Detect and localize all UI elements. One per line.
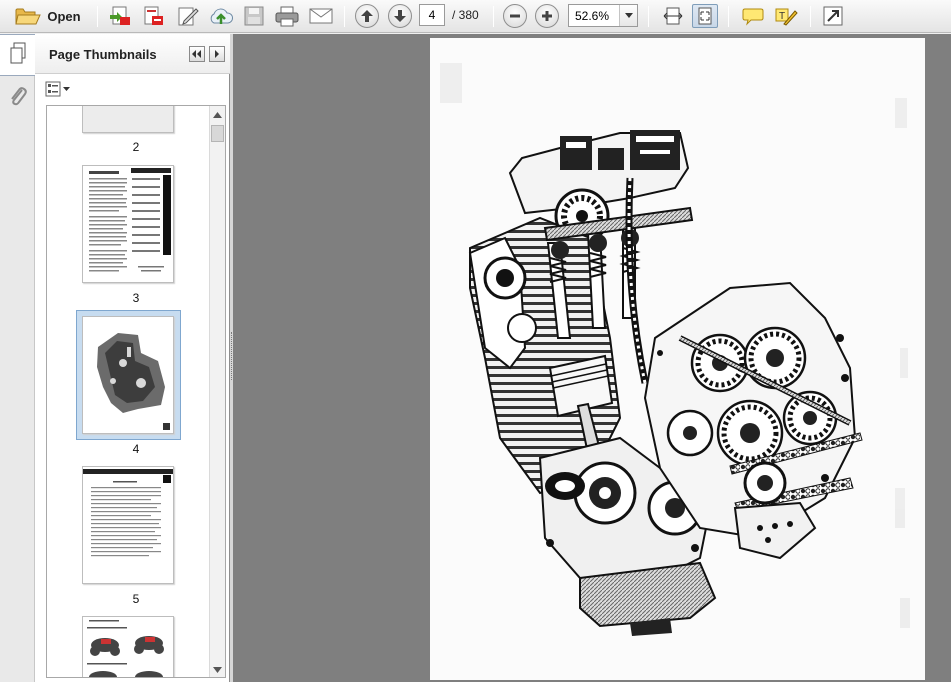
zoom-value: 52.6% [575, 9, 610, 23]
thumbnail-panel: Page Thumbnails 2 3 4 5 [35, 34, 230, 682]
thumbnail-label: 2 [132, 140, 140, 154]
fit-width-icon [663, 6, 683, 26]
fit-page-icon [695, 6, 715, 26]
scroll-up-button[interactable] [210, 106, 225, 122]
zoom-select[interactable]: 52.6% [568, 4, 638, 27]
zoom-in-icon [540, 9, 554, 23]
thumbnail-page-2[interactable] [82, 106, 174, 133]
edit-icon [176, 5, 200, 27]
upload-button[interactable] [207, 4, 235, 28]
open-label: Open [47, 8, 81, 24]
export-pdf-button[interactable] [139, 4, 167, 28]
highlight-button[interactable]: T [772, 4, 800, 28]
splitter-grip[interactable] [231, 332, 232, 380]
zoom-in-button[interactable] [535, 4, 559, 28]
toolbar-separator [648, 6, 649, 27]
page-5-preview [83, 469, 173, 557]
print-button[interactable] [272, 4, 302, 28]
panel-header: Page Thumbnails [35, 34, 230, 74]
page-total: / 380 [452, 8, 479, 22]
thumbnail-label: 4 [132, 442, 140, 456]
zoom-out-icon [508, 9, 522, 23]
page-number-input[interactable]: 4 [419, 4, 445, 26]
attachments-icon [8, 87, 28, 111]
previous-page-button[interactable] [355, 4, 379, 28]
document-view[interactable] [233, 34, 951, 682]
page-thumbnails-tab[interactable] [0, 34, 36, 76]
thumbnail-label: 5 [132, 592, 140, 606]
expand-icon [823, 6, 843, 26]
attachments-tab[interactable] [8, 86, 28, 111]
next-page-button[interactable] [388, 4, 412, 28]
fit-width-button[interactable] [660, 4, 686, 28]
options-list-icon [45, 81, 71, 100]
comment-icon [742, 6, 764, 26]
open-button[interactable]: Open [8, 4, 88, 28]
scrollbar-thumb[interactable] [211, 125, 224, 142]
save-button[interactable] [240, 4, 268, 28]
panel-options-button[interactable] [45, 80, 75, 100]
double-chevron-left-icon [192, 47, 202, 61]
thumbnail-list[interactable]: 2 3 4 5 [46, 105, 226, 678]
toolbar-separator [344, 6, 345, 27]
scroll-down-button[interactable] [210, 661, 225, 677]
email-icon [308, 6, 334, 26]
zoom-out-button[interactable] [503, 4, 527, 28]
page-4-preview [83, 317, 173, 433]
zoom-dropdown-icon[interactable] [619, 5, 637, 26]
toolbar-separator [728, 6, 729, 27]
highlight-icon: T [774, 5, 798, 27]
save-icon [243, 5, 265, 27]
export-pdf-icon [141, 5, 165, 27]
svg-text:T: T [779, 11, 785, 22]
collapse-panel-button[interactable] [189, 46, 205, 62]
next-page-icon [393, 9, 407, 23]
engine-cutaway-illustration [440, 63, 910, 636]
thumbnail-scrollbar[interactable] [209, 106, 225, 677]
thumbnail-page-5[interactable] [82, 466, 174, 584]
folder-open-icon [15, 6, 42, 26]
edit-button[interactable] [174, 4, 202, 28]
print-icon [274, 5, 300, 27]
comment-button[interactable] [739, 4, 767, 28]
toolbar-separator [493, 6, 494, 27]
fit-page-button[interactable] [692, 4, 718, 28]
panel-title: Page Thumbnails [49, 47, 157, 62]
thumbnail-page-3[interactable] [82, 165, 174, 283]
email-button[interactable] [306, 4, 336, 28]
thumbnail-page-4[interactable] [82, 316, 174, 434]
chevron-right-icon [214, 47, 220, 61]
toolbar-separator [97, 6, 98, 27]
chevron-down-icon [213, 662, 222, 676]
page-thumbnails-icon [9, 42, 27, 69]
page-6-preview [87, 620, 164, 677]
expand-button[interactable] [820, 4, 846, 28]
previous-page-icon [360, 9, 374, 23]
chevron-up-icon [213, 107, 222, 121]
document-page [430, 38, 925, 680]
toolbar-separator [810, 6, 811, 27]
upload-icon [208, 5, 234, 27]
create-pdf-button[interactable] [106, 4, 134, 28]
toolbar: Open 4 / 380 52.6% T [0, 0, 951, 33]
thumbnail-page-6[interactable] [82, 616, 174, 677]
thumbnail-label: 3 [132, 291, 140, 305]
panel-forward-button[interactable] [209, 46, 225, 62]
create-pdf-icon [108, 5, 132, 27]
page-3-preview [89, 168, 171, 272]
navigation-rail [0, 34, 35, 682]
